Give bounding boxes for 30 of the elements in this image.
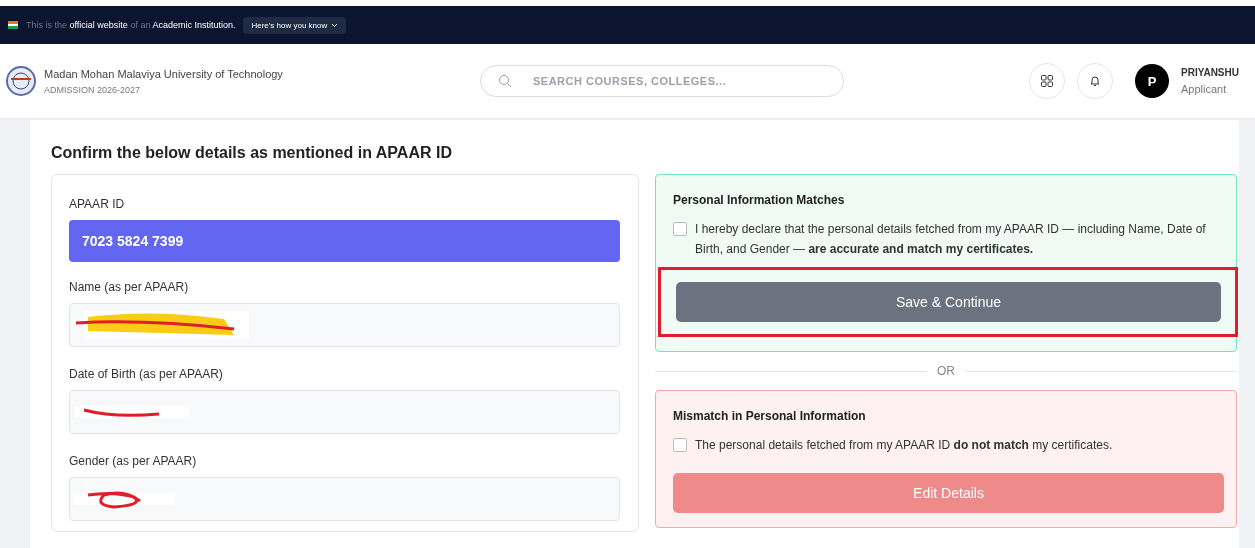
- user-name: PRIYANSHU: [1181, 67, 1239, 78]
- panel-title: Personal Information Matches: [673, 193, 846, 207]
- flag-icon: [8, 21, 18, 29]
- field-label: Date of Birth (as per APAAR): [69, 367, 224, 381]
- input-field[interactable]: [69, 390, 620, 434]
- field-label: Name (as per APAAR): [69, 280, 190, 294]
- declaration-text: The personal details fetched from my APAAR ID do not match my certificates.: [695, 437, 1113, 454]
- search-field[interactable]: SEARCH COURSES, COLLEGES...: [480, 65, 844, 97]
- grid-icon: [1041, 75, 1053, 87]
- notifications-button[interactable]: [1077, 63, 1113, 99]
- university-name: Madan Mohan Malaviya University of Technology: [44, 67, 283, 80]
- field-label: APAAR ID: [69, 197, 126, 211]
- bell-icon: [1090, 75, 1100, 87]
- field-label: Gender (as per APAAR): [69, 454, 198, 468]
- panel-title: Mismatch in Personal Information: [673, 409, 867, 423]
- how-you-know-button[interactable]: Here's how you know: [243, 16, 347, 34]
- page-title: Confirm the below details as mentioned in APAAR ID: [51, 144, 453, 162]
- declaration-text: I hereby declare that the personal details fetched from my APAAR ID — including Name, Date of Birth, and Gender — are accurate and match my certificates.: [695, 221, 1207, 258]
- apaar-id-value: 7023 5824 7399: [69, 220, 620, 262]
- input-field[interactable]: [69, 303, 620, 347]
- university-logo: [6, 64, 36, 98]
- chevron-down-icon: [331, 22, 339, 28]
- admission-year: ADMISSION 2026-2027: [44, 84, 142, 95]
- or-divider-text: OR: [937, 364, 955, 378]
- user-avatar[interactable]: P: [1135, 64, 1169, 98]
- apps-grid-button[interactable]: [1029, 63, 1065, 99]
- banner-text: This is the official website of an Academic Institution.: [26, 20, 236, 30]
- input-field[interactable]: [69, 477, 620, 521]
- search-icon: [498, 74, 512, 88]
- user-role: Applicant: [1181, 83, 1228, 95]
